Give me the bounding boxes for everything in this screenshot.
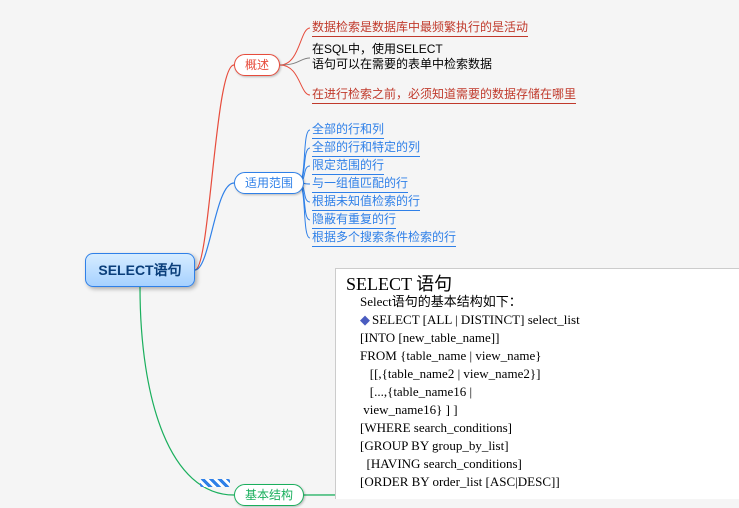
code-line: FROM {table_name | view_name} [360, 347, 736, 365]
leaf-overview-1[interactable]: 在SQL中，使用SELECT语句可以在需要的表单中检索数据 [312, 42, 492, 74]
code-line: SELECT [ALL | DISTINCT] select_list [360, 311, 736, 329]
root-node[interactable]: SELECT语句 [85, 253, 195, 287]
code-subtitle: Select语句的基本结构如下： [360, 293, 736, 311]
code-line: [HAVING search_conditions] [360, 455, 736, 473]
code-line: [[,{table_name2 | view_name2}] [360, 365, 736, 383]
branch-overview[interactable]: 概述 [234, 54, 280, 76]
code-title: SELECT 语句 [346, 275, 736, 293]
leaf-overview-2[interactable]: 在进行检索之前，必须知道需要的数据存储在哪里 [312, 85, 576, 104]
collapse-handle-icon[interactable] [200, 479, 230, 487]
code-line: [GROUP BY group_by_list] [360, 437, 736, 455]
code-line: view_name16} ] ] [360, 401, 736, 419]
leaf-scope-3[interactable]: 与一组值匹配的行 [312, 174, 408, 193]
leaf-scope-5[interactable]: 隐蔽有重复的行 [312, 210, 396, 229]
mindmap-canvas: SELECT语句 概述 适用范围 基本结构 数据检索是数据库中最频繁执行的是活动… [0, 0, 739, 508]
code-line: [WHERE search_conditions] [360, 419, 736, 437]
branch-scope[interactable]: 适用范围 [234, 172, 304, 194]
leaf-text: 在SQL中，使用SELECT语句可以在需要的表单中检索数据 [312, 42, 492, 71]
leaf-overview-0[interactable]: 数据检索是数据库中最频繁执行的是活动 [312, 18, 528, 37]
leaf-scope-0[interactable]: 全部的行和列 [312, 120, 384, 139]
leaf-scope-4[interactable]: 根据未知值检索的行 [312, 192, 420, 211]
code-structure-box: SELECT 语句 Select语句的基本结构如下： SELECT [ALL |… [335, 268, 739, 499]
code-line: [...,{table_name16 | [360, 383, 736, 401]
branch-structure[interactable]: 基本结构 [234, 484, 304, 506]
leaf-scope-1[interactable]: 全部的行和特定的列 [312, 138, 420, 157]
leaf-scope-2[interactable]: 限定范围的行 [312, 156, 384, 175]
code-line: [INTO [new_table_name]] [360, 329, 736, 347]
code-line: [ORDER BY order_list [ASC|DESC]] [360, 473, 736, 491]
leaf-scope-6[interactable]: 根据多个搜索条件检索的行 [312, 228, 456, 247]
